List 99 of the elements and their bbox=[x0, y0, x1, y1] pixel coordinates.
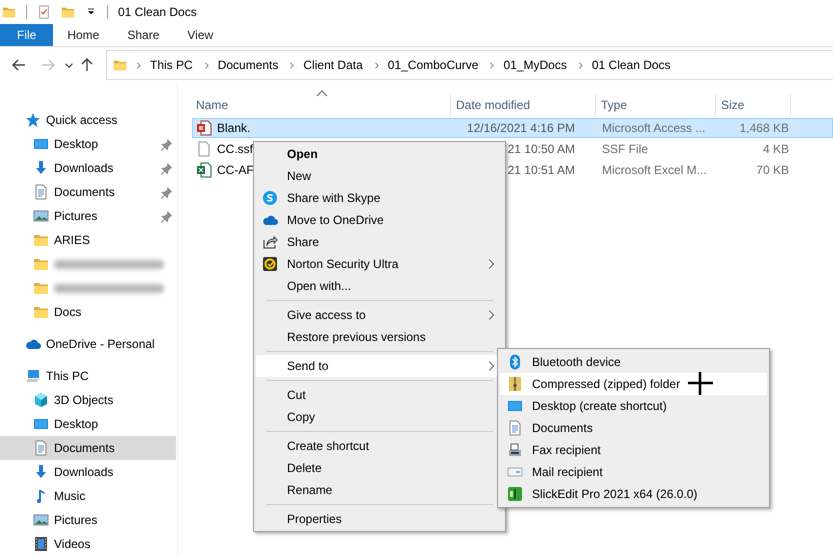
sidebar-item[interactable]: Videos bbox=[0, 532, 176, 556]
film-icon bbox=[33, 536, 49, 552]
share-icon bbox=[262, 234, 278, 250]
table-cell-text: 4 KB bbox=[762, 142, 790, 156]
menu-item[interactable]: Share bbox=[256, 231, 503, 253]
menu-item[interactable]: Compressed (zipped) folder bbox=[500, 373, 767, 395]
menu-item[interactable]: Norton Security Ultra bbox=[256, 253, 503, 275]
sidebar-item[interactable]: Documents bbox=[0, 436, 176, 460]
cursor-icon bbox=[688, 372, 713, 395]
fax-icon bbox=[507, 442, 523, 458]
sidebar-item[interactable]: Desktop bbox=[0, 412, 176, 436]
breadcrumb[interactable]: 01_MyDocs bbox=[503, 58, 567, 72]
database-file-icon bbox=[196, 120, 212, 136]
download-icon bbox=[33, 464, 49, 480]
ribbon-tab[interactable]: File bbox=[0, 24, 54, 46]
menu-item[interactable]: Restore previous versions bbox=[256, 326, 503, 348]
breadcrumb[interactable]: This PC bbox=[150, 58, 193, 72]
breadcrumb[interactable]: 01_ComboCurve bbox=[388, 58, 478, 72]
folder-icon[interactable] bbox=[61, 5, 75, 19]
menu-item[interactable]: SlickEdit Pro 2021 x64 (26.0.0) bbox=[500, 483, 767, 505]
ribbon-tab[interactable]: View bbox=[173, 24, 228, 46]
menu-item[interactable]: Open bbox=[256, 143, 503, 165]
menu-item[interactable]: Move to OneDrive bbox=[256, 209, 503, 231]
bluetooth-icon bbox=[507, 354, 523, 370]
up-arrow-icon bbox=[79, 57, 95, 73]
folder-icon[interactable] bbox=[2, 5, 16, 19]
folder-icon bbox=[33, 232, 49, 248]
menu-item[interactable]: New bbox=[256, 165, 503, 187]
folder-icon bbox=[113, 58, 127, 72]
column-header[interactable]: Date modified bbox=[451, 94, 596, 117]
menu-item[interactable]: Give access to bbox=[256, 304, 503, 326]
column-header[interactable]: Name bbox=[192, 94, 451, 117]
sidebar-item[interactable]: OneDrive - Personal bbox=[0, 332, 176, 356]
table-cell-text: 70 KB bbox=[755, 163, 790, 177]
document-icon bbox=[33, 440, 49, 456]
checked-document-icon[interactable] bbox=[37, 5, 51, 19]
star-icon bbox=[25, 112, 41, 128]
table-cell-text: 12/16/2021 4:16 PM bbox=[466, 121, 576, 135]
menu-item[interactable]: Properties bbox=[256, 508, 503, 530]
menu-item[interactable]: Share with Skype bbox=[256, 187, 503, 209]
sidebar-item[interactable]: Desktop bbox=[0, 132, 176, 156]
menu-item[interactable]: Bluetooth device bbox=[500, 351, 767, 373]
image-icon bbox=[33, 512, 49, 528]
menu-item[interactable]: Mail recipient bbox=[500, 461, 767, 483]
menu-item[interactable]: Documents bbox=[500, 417, 767, 439]
file-icon bbox=[196, 141, 212, 157]
window-title: 01 Clean Docs bbox=[118, 5, 197, 19]
desktop-icon bbox=[33, 416, 49, 432]
folder-icon bbox=[33, 304, 49, 320]
sidebar-item[interactable]: 3D Objects bbox=[0, 388, 176, 412]
column-header[interactable]: Size bbox=[716, 94, 791, 117]
table-cell-text: 21 10:50 AM bbox=[506, 142, 576, 156]
address-bar[interactable]: This PC Documents Client Data 01_ComboCurve 01_MyDocs 01 Clean Docs bbox=[106, 50, 833, 80]
sidebar-item[interactable]: Quick access bbox=[0, 108, 176, 132]
sidebar-item[interactable]: This PC bbox=[0, 364, 176, 388]
table-cell-text: 1,468 KB bbox=[738, 121, 790, 135]
back-arrow-icon bbox=[11, 57, 27, 73]
image-icon bbox=[33, 208, 49, 224]
breadcrumb[interactable]: 01 Clean Docs bbox=[592, 58, 671, 72]
ribbon-tab[interactable]: Share bbox=[113, 24, 174, 46]
sidebar-item[interactable]: Music bbox=[0, 484, 176, 508]
menu-item[interactable]: Desktop (create shortcut) bbox=[500, 395, 767, 417]
skype-icon bbox=[262, 190, 278, 206]
check-badge-icon bbox=[262, 256, 278, 272]
sidebar-item[interactable]: Pictures bbox=[0, 204, 176, 228]
menu-item[interactable]: Fax recipient bbox=[500, 439, 767, 461]
file-name[interactable]: CC-AF bbox=[217, 163, 254, 177]
ribbon-tab[interactable]: Home bbox=[53, 24, 114, 46]
desktop-icon bbox=[507, 398, 523, 414]
column-header[interactable]: Type bbox=[596, 94, 716, 117]
folder-icon bbox=[33, 280, 49, 296]
sidebar-item[interactable]: Downloads bbox=[0, 156, 176, 180]
file-name: Blank. bbox=[217, 121, 250, 135]
sidebar-item[interactable]: Pictures bbox=[0, 508, 176, 532]
file-row[interactable]: Blank. 12/16/2021 4:16 PM Microsoft Access ... 1,468 KB bbox=[192, 118, 833, 138]
document-icon bbox=[507, 420, 523, 436]
zip-folder-icon bbox=[507, 376, 523, 392]
app-icon bbox=[507, 486, 523, 502]
menu-item[interactable]: Open with... bbox=[256, 275, 503, 297]
spreadsheet-file-icon bbox=[196, 162, 212, 178]
breadcrumb[interactable]: Client Data bbox=[303, 58, 363, 72]
file-name[interactable]: CC.ssf bbox=[217, 142, 253, 156]
sidebar-item[interactable]: Docs bbox=[0, 300, 176, 324]
sidebar-item[interactable]: ARIES bbox=[0, 228, 176, 252]
download-icon bbox=[33, 160, 49, 176]
breadcrumb[interactable]: Documents bbox=[218, 58, 278, 72]
desktop-icon bbox=[33, 136, 49, 152]
chevron-down-icon bbox=[65, 62, 73, 68]
sidebar-item[interactable]: Downloads bbox=[0, 460, 176, 484]
table-cell-text: Microsoft Excel M... bbox=[601, 163, 708, 177]
computer-icon bbox=[25, 368, 41, 384]
table-cell-text: SSF File bbox=[601, 142, 650, 156]
table-cell-text: Microsoft Access ... bbox=[601, 121, 706, 135]
folder-icon bbox=[33, 256, 49, 272]
document-icon bbox=[33, 184, 49, 200]
sidebar-item[interactable]: Documents bbox=[0, 180, 176, 204]
table-cell-text: 21 10:51 AM bbox=[506, 163, 576, 177]
forward-arrow-icon bbox=[40, 57, 56, 73]
cube-icon bbox=[33, 392, 49, 408]
